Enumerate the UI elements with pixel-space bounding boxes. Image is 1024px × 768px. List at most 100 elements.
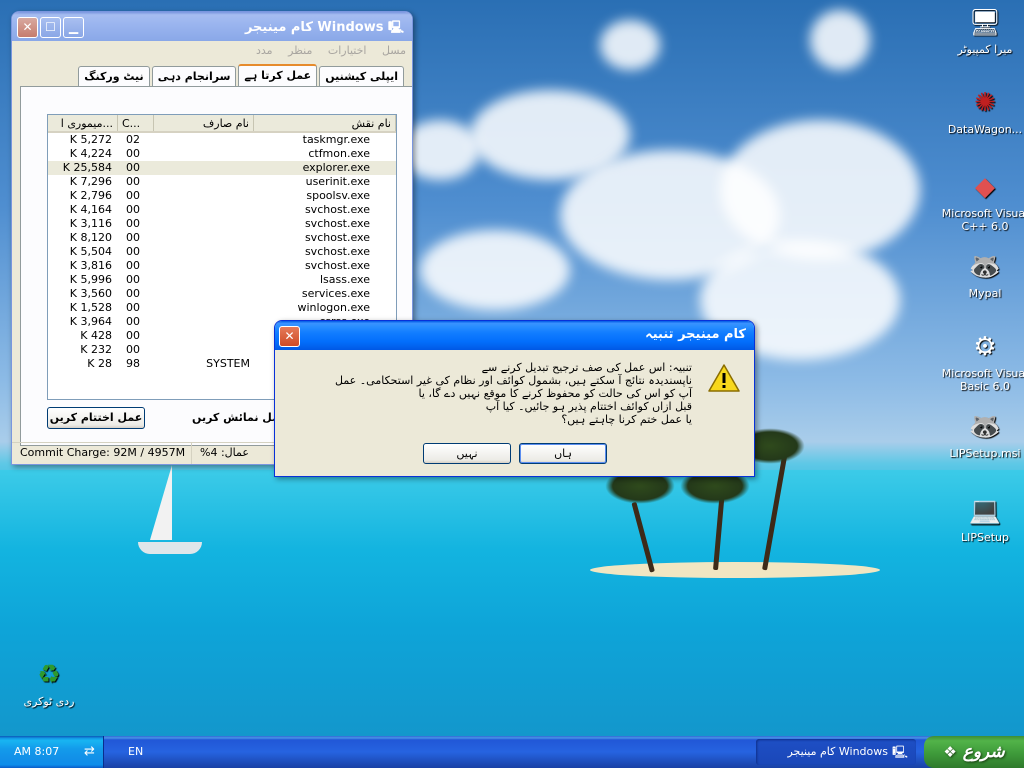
cell-cpu: 00	[126, 245, 140, 258]
message-line: آپ کو اس کی حالت کو محفوظ کرنے کا موقع ن…	[418, 387, 693, 400]
cell-memory: K 7,296	[69, 175, 112, 188]
table-row[interactable]: K 1,528 00 winlogon.exe	[48, 301, 396, 315]
table-row[interactable]: K 3,560 00 services.exe	[48, 287, 396, 301]
table-row[interactable]: K 3,816 00 svchost.exe	[48, 259, 396, 273]
dialog-titlebar[interactable]: ✕ کام مینیجر تنبیہ	[275, 321, 754, 350]
menu-file[interactable]: مسل	[382, 44, 406, 57]
task-manager-icon: 🖳	[891, 745, 908, 759]
cell-memory: K 3,816	[69, 259, 112, 272]
cell-user	[154, 259, 254, 273]
cell-memory: K 5,504	[69, 245, 112, 258]
column-image-name[interactable]: نام نقش	[254, 115, 396, 131]
end-process-button[interactable]: عمل اختتام کریں	[47, 407, 145, 429]
cell-user	[154, 175, 254, 189]
warning-dialog: ✕ کام مینیجر تنبیہ تنبیہ: اس عمل کی صف ت…	[274, 320, 755, 477]
raccoon-icon: 🦝	[968, 252, 1002, 282]
cell-cpu: 00	[126, 259, 140, 272]
menu-help[interactable]: مدد	[256, 44, 273, 57]
language-indicator[interactable]: EN	[128, 736, 143, 768]
dialog-title: کام مینیجر تنبیہ	[645, 327, 746, 342]
table-row[interactable]: K 5,996 00 lsass.exe	[48, 273, 396, 287]
desktop-icon-visual-basic[interactable]: ⚙ Microsoft Visual Basic 6.0	[940, 330, 1024, 393]
dialog-message: تنبیہ: اس عمل کی صف ترجیح تبدیل کرنے سے …	[282, 361, 692, 426]
desktop-icon-visual-cpp[interactable]: ◆ Microsoft Visual C++ 6.0	[940, 170, 1024, 233]
warning-icon	[708, 364, 740, 392]
maximize-button[interactable]: ☐	[40, 17, 61, 38]
setup-icon: 💻	[968, 496, 1002, 526]
cell-user	[154, 301, 254, 315]
column-memory[interactable]: میموری ا...	[48, 115, 118, 131]
cloud	[810, 10, 870, 70]
table-row[interactable]: K 2,796 00 spoolsv.exe	[48, 189, 396, 203]
cell-memory: K 428	[80, 329, 112, 342]
minimize-button[interactable]: ▁	[63, 17, 84, 38]
desktop-icon-datawagon[interactable]: ✺ DataWagon...	[940, 86, 1024, 136]
cell-image-name: svchost.exe	[304, 231, 370, 244]
cell-memory: K 3,964	[69, 315, 112, 328]
island-sand	[590, 562, 880, 578]
table-row[interactable]: K 8,120 00 svchost.exe	[48, 231, 396, 245]
desktop-icon-lipsetup-msi[interactable]: 🦝 LIPSetup.msi	[940, 410, 1024, 460]
table-row[interactable]: K 7,296 00 userinit.exe	[48, 175, 396, 189]
cell-user	[154, 315, 254, 329]
start-button[interactable]: شروع ❖	[924, 736, 1024, 768]
show-all-processes-label[interactable]: عمل نمائش کریں	[192, 411, 287, 424]
shortcut-icon: ✺	[974, 88, 996, 118]
desktop-icon-recycle-bin[interactable]: ♻ ردی ٹوکری	[4, 658, 94, 708]
cell-user: SYSTEM	[206, 357, 250, 370]
table-row[interactable]: K 4,164 00 svchost.exe	[48, 203, 396, 217]
table-row[interactable]: K 25,584 00 explorer.exe	[48, 161, 396, 175]
cell-cpu: 00	[126, 329, 140, 342]
cell-user	[154, 245, 254, 259]
tab-performance[interactable]: سرانجام دہی	[151, 66, 237, 86]
yes-button[interactable]: ہاں	[519, 443, 607, 464]
column-user[interactable]: نام صارف	[154, 115, 254, 131]
cell-user	[154, 133, 254, 147]
cell-user	[154, 273, 254, 287]
cell-user	[154, 329, 254, 343]
close-button[interactable]: ✕	[17, 17, 38, 38]
table-row[interactable]: K 5,272 02 taskmgr.exe	[48, 133, 396, 147]
message-line: تنبیہ: اس عمل کی صف ترجیح تبدیل کرنے سے	[481, 361, 692, 374]
cell-cpu: 00	[126, 343, 140, 356]
desktop-icon-lipsetup[interactable]: 💻 LIPSetup	[940, 494, 1024, 544]
cell-cpu: 00	[126, 301, 140, 314]
desktop-icon-mypal[interactable]: 🦝 Mypal	[940, 250, 1024, 300]
close-button[interactable]: ✕	[279, 326, 300, 347]
clock[interactable]: AM 8:07	[14, 736, 59, 768]
cell-cpu: 00	[126, 189, 140, 202]
task-manager-titlebar[interactable]: ✕ ☐ ▁ 🖳 Windows کام مینیجر	[12, 12, 412, 41]
windows-logo-icon: ❖	[943, 743, 957, 761]
tab-processes[interactable]: عمل کرتا ہے	[238, 64, 318, 86]
cell-memory: K 5,996	[69, 273, 112, 286]
column-cpu[interactable]: C...	[118, 115, 154, 131]
task-manager-icon: 🖳	[387, 20, 404, 34]
cell-image-name: winlogon.exe	[297, 301, 370, 314]
table-row[interactable]: K 5,504 00 svchost.exe	[48, 245, 396, 259]
cell-cpu: 00	[126, 287, 140, 300]
cell-image-name: taskmgr.exe	[302, 133, 370, 146]
cell-image-name: spoolsv.exe	[306, 189, 370, 202]
cell-user	[154, 147, 254, 161]
table-row[interactable]: K 4,224 00 ctfmon.exe	[48, 147, 396, 161]
menu-view[interactable]: منظر	[288, 44, 312, 57]
cell-cpu: 98	[126, 357, 140, 370]
tab-applications[interactable]: ایپلی کیشنیں	[319, 66, 404, 86]
cell-memory: K 1,528	[69, 301, 112, 314]
desktop-icon-my-computer[interactable]: 🖥 میرا کمپیوٹر	[940, 6, 1024, 56]
no-button[interactable]: نہیں	[423, 443, 511, 464]
cell-cpu: 00	[126, 175, 140, 188]
cloud	[420, 230, 570, 310]
recycle-bin-icon: ♻	[37, 660, 61, 690]
cell-memory: K 4,224	[69, 147, 112, 160]
taskbar-item-task-manager[interactable]: Windows کام مینیجر 🖳	[756, 739, 916, 765]
network-icon[interactable]: ⇄	[84, 736, 95, 768]
sailboat	[150, 465, 172, 540]
tab-networking[interactable]: نیٹ ورکنگ	[78, 66, 150, 86]
menu-options[interactable]: اختیارات	[328, 44, 367, 57]
cell-memory: K 3,116	[69, 217, 112, 230]
computer-icon: 🖥	[968, 8, 1002, 38]
cell-image-name: services.exe	[301, 287, 370, 300]
cell-memory: K 3,560	[69, 287, 112, 300]
table-row[interactable]: K 3,116 00 svchost.exe	[48, 217, 396, 231]
